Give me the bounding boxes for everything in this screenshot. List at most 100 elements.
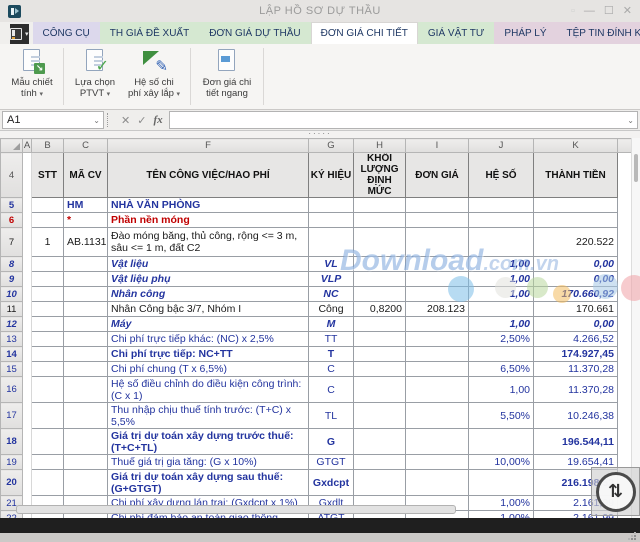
cell-qty[interactable]: 0,8200 <box>354 302 406 317</box>
cell-price[interactable] <box>406 317 469 332</box>
cell-price[interactable] <box>406 228 469 257</box>
row-header-9[interactable]: 9 <box>1 272 23 287</box>
cell-sym[interactable]: Gxdcpt <box>309 470 354 496</box>
empty-cell[interactable] <box>23 362 32 377</box>
cell-amount[interactable]: 10.246,38 <box>534 403 618 429</box>
cell-sym[interactable]: TL <box>309 403 354 429</box>
cell-stt[interactable] <box>32 213 64 228</box>
cell-qty[interactable] <box>354 470 406 496</box>
column-header-g[interactable]: G <box>309 139 354 153</box>
cell-code[interactable] <box>64 470 108 496</box>
chevron-down-icon[interactable]: ⌄ <box>90 116 103 125</box>
cell-name[interactable]: Đào móng băng, thủ công, rộng <= 3 m, sâ… <box>108 228 309 257</box>
cell-qty[interactable] <box>354 403 406 429</box>
cell-sym[interactable] <box>309 213 354 228</box>
row-header-20[interactable]: 20 <box>1 470 23 496</box>
cell-factor[interactable] <box>469 347 534 362</box>
cell-factor[interactable] <box>469 198 534 213</box>
chevron-down-icon[interactable]: ⌄ <box>624 116 637 125</box>
cell-price[interactable] <box>406 429 469 455</box>
cell-stt[interactable] <box>32 332 64 347</box>
cell-qty[interactable] <box>354 198 406 213</box>
cell-amount[interactable]: 196.544,11 <box>534 429 618 455</box>
cell-factor[interactable]: 1,00% <box>469 496 534 511</box>
cell-qty[interactable] <box>354 272 406 287</box>
cell-stt[interactable] <box>32 362 64 377</box>
cell-stt[interactable] <box>32 287 64 302</box>
cell-code[interactable] <box>64 403 108 429</box>
row-header-10[interactable]: 10 <box>1 287 23 302</box>
row-header-15[interactable]: 15 <box>1 362 23 377</box>
pin-icon[interactable]: ▫ <box>571 0 575 22</box>
empty-cell[interactable] <box>23 317 32 332</box>
row-header-4[interactable]: 4 <box>1 153 23 198</box>
enter-icon[interactable]: ✓ <box>137 114 146 127</box>
empty-cell[interactable] <box>23 302 32 317</box>
cell-stt[interactable] <box>32 403 64 429</box>
mau-chiet-tinh-button[interactable]: ↘Mẫu chiếttính ▾ <box>5 44 59 109</box>
cancel-icon[interactable]: ✕ <box>121 114 130 127</box>
empty-cell[interactable] <box>23 377 32 403</box>
cell-amount[interactable]: 0,00 <box>534 317 618 332</box>
empty-cell[interactable] <box>23 153 32 198</box>
row-header-5[interactable]: 5 <box>1 198 23 213</box>
cell-factor[interactable]: 6,50% <box>469 362 534 377</box>
scroll-up-down-icon[interactable]: ⇅ <box>596 472 636 512</box>
cell-sym[interactable]: C <box>309 362 354 377</box>
cell-sym[interactable] <box>309 198 354 213</box>
cell-sym[interactable]: VL <box>309 257 354 272</box>
empty-cell[interactable] <box>23 403 32 429</box>
tab-gia-vat-tu[interactable]: GIÁ VẬT TƯ <box>418 22 495 44</box>
cell-name[interactable]: Giá trị dự toán xây dựng sau thuế: (G+GT… <box>108 470 309 496</box>
cell-amount[interactable]: 174.927,45 <box>534 347 618 362</box>
cell-stt[interactable] <box>32 377 64 403</box>
row-header-18[interactable]: 18 <box>1 429 23 455</box>
row-header-6[interactable]: 6 <box>1 213 23 228</box>
cell-factor[interactable] <box>469 228 534 257</box>
cell-name[interactable]: Giá trị dự toán xây dựng trước thuế: (T+… <box>108 429 309 455</box>
tab-th-gia-e-xuat[interactable]: TH GIÁ ĐỀ XUẤT <box>100 22 199 44</box>
cell-qty[interactable] <box>354 455 406 470</box>
empty-cell[interactable] <box>23 347 32 362</box>
close-icon[interactable]: ✕ <box>623 0 632 22</box>
row-header-12[interactable]: 12 <box>1 317 23 332</box>
cell-price[interactable] <box>406 403 469 429</box>
he-so-chi-phi-xay-lap-button[interactable]: ✎Hệ số chiphí xây lắp ▾ <box>122 44 186 109</box>
cell-amount[interactable]: 0,00 <box>534 257 618 272</box>
tab-on-gia-chi-tiet[interactable]: ĐƠN GIÁ CHI TIẾT <box>311 22 418 44</box>
cell-factor[interactable]: 1,00 <box>469 377 534 403</box>
row-header-8[interactable]: 8 <box>1 257 23 272</box>
name-box[interactable]: A1 ⌄ <box>2 111 104 129</box>
minimize-icon[interactable]: — <box>584 0 595 22</box>
cell-code[interactable] <box>64 272 108 287</box>
cell-sym[interactable]: VLP <box>309 272 354 287</box>
cell-price[interactable] <box>406 332 469 347</box>
cell-code[interactable] <box>64 257 108 272</box>
cell-sym[interactable]: T <box>309 347 354 362</box>
cell-price[interactable] <box>406 257 469 272</box>
column-header-c[interactable]: C <box>64 139 108 153</box>
cell-stt[interactable]: 1 <box>32 228 64 257</box>
cell-amount[interactable]: 170.660,92 <box>534 287 618 302</box>
empty-cell[interactable] <box>23 272 32 287</box>
tab-tep-tin-inh-kem[interactable]: TỆP TIN ĐÍNH KÈM <box>556 22 640 44</box>
row-header-19[interactable]: 19 <box>1 455 23 470</box>
cell-qty[interactable] <box>354 317 406 332</box>
cell-name[interactable]: Chi phí chung (T x 6,5%) <box>108 362 309 377</box>
cell-code[interactable] <box>64 332 108 347</box>
cell-factor[interactable] <box>469 470 534 496</box>
cell-name[interactable]: Hệ số điều chỉnh do điều kiện công trình… <box>108 377 309 403</box>
cell-name[interactable]: Nhân công <box>108 287 309 302</box>
vertical-scrollbar[interactable] <box>631 138 640 518</box>
empty-cell[interactable] <box>23 470 32 496</box>
cell-factor[interactable] <box>469 302 534 317</box>
cell-name[interactable]: NHÀ VĂN PHÒNG <box>108 198 309 213</box>
tab-cong-cu[interactable]: CÔNG CỤ <box>33 22 100 44</box>
column-header-a[interactable]: A <box>23 139 32 153</box>
lua-chon-ptvt-button[interactable]: ✓Lựa chọnPTVT ▾ <box>68 44 122 109</box>
cell-code[interactable] <box>64 287 108 302</box>
cell-qty[interactable] <box>354 429 406 455</box>
cell-factor[interactable]: 1,00 <box>469 257 534 272</box>
empty-cell[interactable] <box>23 198 32 213</box>
cell-stt[interactable] <box>32 257 64 272</box>
